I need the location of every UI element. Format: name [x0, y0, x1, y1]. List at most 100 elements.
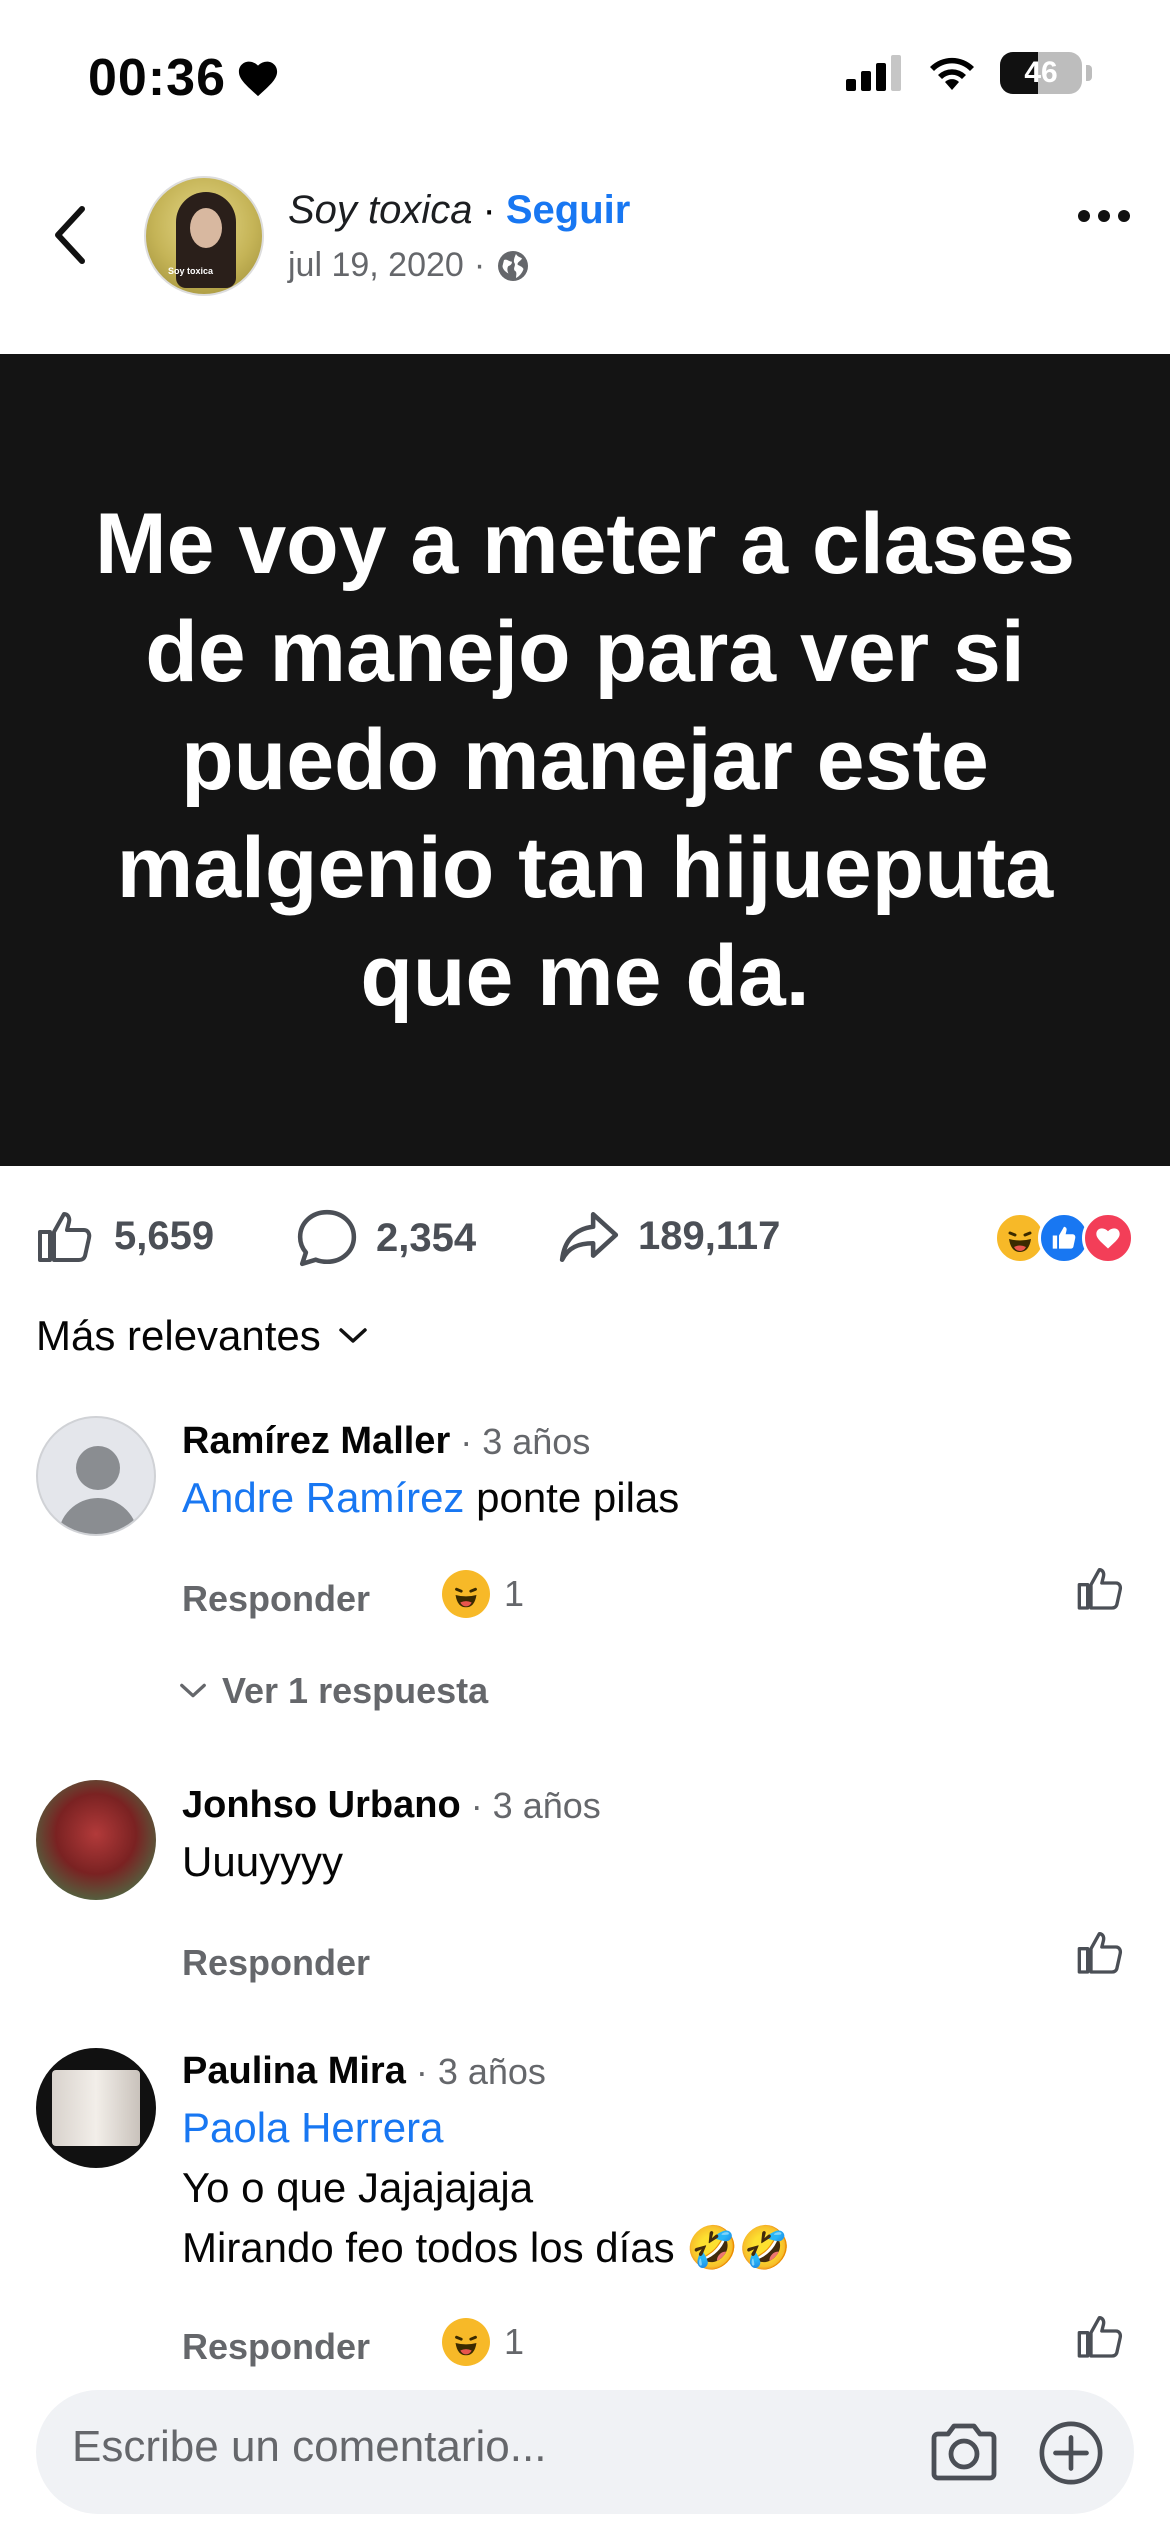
comment-like-button[interactable] [1076, 1564, 1126, 1617]
post-meta: jul 19, 2020 · [288, 246, 531, 285]
reactions-summary[interactable] [994, 1212, 1134, 1264]
haha-icon [442, 2318, 490, 2366]
comment-time: · 3 años [470, 1784, 601, 1826]
page-name[interactable]: Soy toxica [288, 188, 473, 233]
post-header: Soy toxica Soy toxica · Seguir jul 19, 2… [0, 170, 1170, 300]
chevron-down-icon [339, 1328, 367, 1343]
comment-avatar[interactable] [36, 1780, 156, 1900]
heart-filled-icon [1096, 1228, 1120, 1249]
status-indicators: 46 [846, 52, 1092, 94]
add-attachment-button[interactable] [1038, 2420, 1104, 2491]
comment-line-1: Yo o que Jajajajaja [182, 2164, 534, 2211]
haha-icon [442, 1570, 490, 1618]
plus-circle-icon [1039, 2421, 1103, 2485]
post-date[interactable]: jul 19, 2020 [288, 246, 464, 285]
laughing-face-icon [455, 1587, 477, 1608]
avatar-body [58, 1498, 138, 1534]
camera-icon [931, 2423, 997, 2481]
comment-body: ponte pilas [464, 1474, 680, 1521]
thumbs-up-icon [1077, 2316, 1123, 2358]
comment-mention[interactable]: Andre Ramírez [182, 1474, 464, 1521]
comment-time: · 3 años [415, 2050, 546, 2092]
heart-icon [238, 61, 278, 97]
follow-button[interactable]: Seguir [506, 188, 630, 233]
thumbs-up-icon [1077, 1568, 1123, 1610]
dot [1098, 210, 1110, 222]
status-bar: 00:36 46 [0, 0, 1170, 150]
sort-label: Más relevantes [36, 1312, 321, 1359]
avatar-face [190, 208, 222, 248]
avatar-tag: Soy toxica [168, 266, 214, 276]
comment-item: Paulina Mira · 3 años Paola Herrera Yo o… [0, 2048, 1170, 2378]
comment-text: Uuuyyyy [182, 1832, 343, 1892]
comment-item: Jonhso Urbano · 3 años Uuuyyyy Responder [0, 1780, 1170, 2000]
wifi-icon [930, 57, 974, 90]
share-button[interactable]: 189,117 [558, 1208, 780, 1264]
dot [1118, 210, 1130, 222]
avatar-photo [52, 2070, 140, 2146]
comment-author-row: Ramírez Maller · 3 años [182, 1420, 590, 1463]
comment-author-row: Jonhso Urbano · 3 años [182, 1784, 601, 1827]
more-options-button[interactable] [1078, 210, 1130, 222]
page-avatar[interactable]: Soy toxica [144, 176, 264, 296]
comment-bubble-icon [297, 1209, 357, 1267]
comment-like-button[interactable] [1076, 1928, 1126, 1981]
comment-author-row: Paulina Mira · 3 años [182, 2050, 546, 2093]
thumbs-up-icon [38, 1212, 92, 1262]
thumbs-up-icon [1077, 1932, 1123, 1974]
comment-actions: Responder [182, 1578, 370, 1620]
comment-reactions[interactable]: 1 [442, 2318, 524, 2366]
post-image[interactable]: Me voy a meter a clases de manejo para v… [0, 354, 1170, 1166]
status-time: 00:36 [88, 48, 280, 108]
clock: 00:36 [88, 49, 226, 107]
comment-actions: Responder [182, 2326, 370, 2368]
comment-composer [36, 2390, 1134, 2514]
comment-like-button[interactable] [1076, 2312, 1126, 2365]
reaction-count: 1 [504, 2321, 525, 2362]
comment-author[interactable]: Paulina Mira [182, 2050, 406, 2093]
comment-composer-bar [0, 2380, 1170, 2532]
comment-input[interactable] [72, 2422, 892, 2472]
like-button[interactable]: 5,659 [36, 1208, 214, 1264]
comments-count: 2,354 [376, 1215, 477, 1260]
chevron-left-icon [55, 206, 85, 264]
signal-icon [846, 55, 901, 91]
comment-button[interactable]: 2,354 [296, 1208, 476, 1268]
comment-actions: Responder [182, 1942, 370, 1984]
comment-author[interactable]: Jonhso Urbano [182, 1784, 461, 1827]
comment-reactions[interactable]: 1 [442, 1570, 524, 1618]
chevron-down-icon [180, 1683, 206, 1698]
meta-separator: · [473, 246, 486, 284]
comment-sort-dropdown[interactable]: Más relevantes [36, 1312, 369, 1360]
view-replies-label: Ver 1 respuesta [222, 1670, 489, 1711]
dot [1078, 210, 1090, 222]
name-separator: · [482, 188, 496, 232]
reaction-count: 1 [504, 1573, 525, 1614]
back-button[interactable] [40, 200, 100, 270]
camera-button[interactable] [928, 2420, 1000, 2489]
view-replies-button[interactable]: Ver 1 respuesta [178, 1670, 488, 1712]
comment-mention[interactable]: Paola Herrera [182, 2104, 443, 2151]
reply-button[interactable]: Responder [182, 1578, 370, 1620]
share-arrow-icon [559, 1212, 619, 1263]
reply-button[interactable]: Responder [182, 2326, 370, 2368]
post-text: Me voy a meter a clases de manejo para v… [94, 496, 1076, 1024]
reply-button[interactable]: Responder [182, 1942, 370, 1984]
comment-avatar[interactable] [36, 2048, 156, 2168]
comment-avatar[interactable] [36, 1416, 156, 1536]
comment-author[interactable]: Ramírez Maller [182, 1420, 450, 1463]
love-icon [1082, 1212, 1134, 1264]
comment-time: · 3 años [460, 1420, 591, 1462]
comment-body: Uuuyyyy [182, 1838, 344, 1885]
comment-item: Ramírez Maller · 3 años Andre Ramírez po… [0, 1416, 1170, 1716]
comment-text: Andre Ramírez ponte pilas [182, 1468, 679, 1528]
thumbs-up-filled-icon [1052, 1226, 1076, 1249]
battery-percent: 46 [1024, 56, 1058, 89]
shares-count: 189,117 [638, 1213, 781, 1258]
globe-icon [498, 250, 529, 281]
likes-count: 5,659 [114, 1213, 215, 1258]
avatar-head [76, 1446, 120, 1490]
laughing-face-icon [1008, 1231, 1032, 1252]
post-actions-bar: 5,659 2,354 189,117 [0, 1196, 1170, 1296]
comment-text: Paola Herrera Yo o que Jajajajaja Mirand… [182, 2098, 791, 2278]
